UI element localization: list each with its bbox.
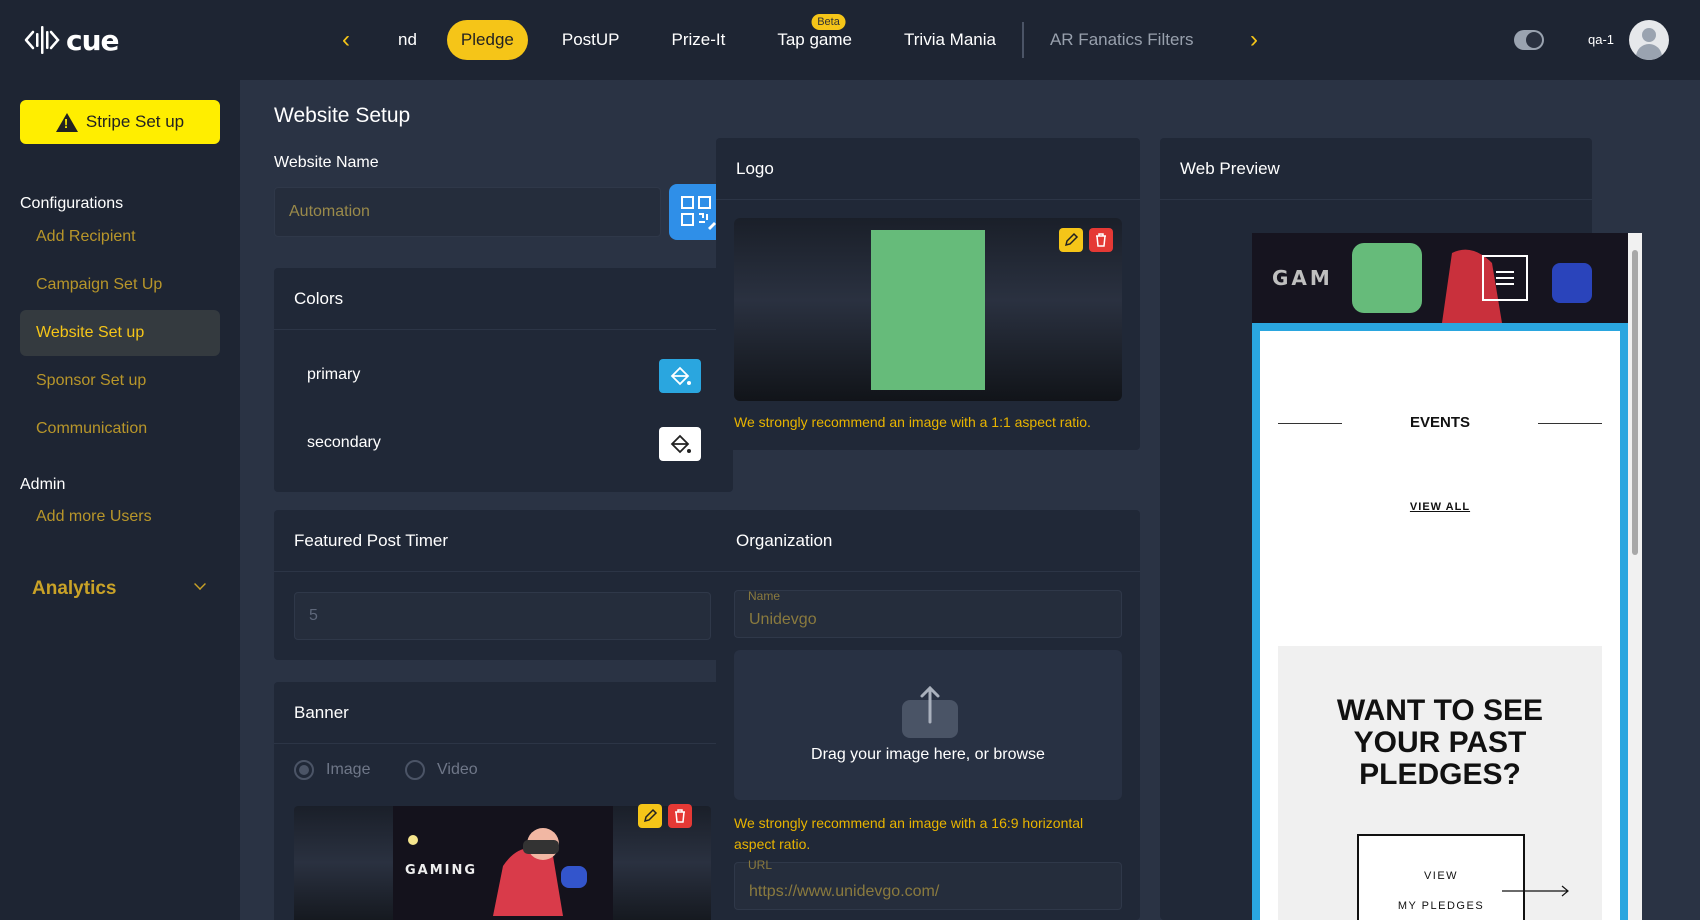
organization-title: Organization: [716, 510, 1140, 572]
banner-image-radio[interactable]: [294, 760, 314, 780]
sidebar-item-add-more-users[interactable]: Add more Users: [20, 494, 220, 540]
featured-post-timer-input[interactable]: 5: [294, 592, 711, 640]
website-name-input[interactable]: Automation: [274, 187, 661, 237]
banner-image-label: Image: [326, 761, 371, 778]
sidebar: Stripe Set up Configurations Add Recipie…: [0, 80, 240, 920]
avatar[interactable]: [1629, 20, 1669, 60]
sidebar-item-sponsor-setup[interactable]: Sponsor Set up: [20, 358, 220, 404]
trash-icon: [1096, 233, 1106, 247]
warning-icon: [55, 112, 78, 132]
tab-nd[interactable]: nd: [398, 20, 447, 60]
theme-toggle-icon[interactable]: [1514, 30, 1544, 50]
sidebar-item-website-setup[interactable]: Website Set up: [20, 310, 220, 356]
featured-post-timer-title: Featured Post Timer: [274, 510, 733, 572]
organization-card: Organization Unidevgo Name Drag your ima…: [716, 510, 1140, 920]
pencil-icon: [1064, 232, 1079, 247]
beta-badge: Beta: [811, 14, 846, 30]
sidebar-item-analytics[interactable]: Analytics: [32, 578, 116, 600]
logo-image-box: [734, 218, 1122, 401]
web-preview-title: Web Preview: [1160, 138, 1592, 200]
secondary-color-label: secondary: [307, 434, 381, 451]
logo-card: Logo We strongly recommend an image with…: [716, 138, 1140, 450]
svg-text:GAMING: GAMING: [405, 863, 477, 878]
sidebar-item-campaign-setup[interactable]: Campaign Set Up: [20, 262, 220, 308]
avatar-head: [1642, 28, 1656, 42]
configurations-heading: Configurations: [20, 195, 124, 212]
tab-pledge[interactable]: Pledge: [446, 20, 528, 60]
banner-title: Banner: [274, 682, 733, 744]
past-pledges-heading: WANT TO SEE YOUR PAST PLEDGES?: [1336, 694, 1544, 791]
user-name[interactable]: qa-1: [1588, 32, 1614, 47]
admin-heading: Admin: [20, 476, 66, 493]
view-my-pledges-button[interactable]: VIEW MY PLEDGES: [1357, 834, 1525, 920]
colors-card: Colors primary secondary: [274, 268, 733, 492]
paint-bucket-icon: [670, 366, 691, 386]
sidebar-item-add-recipient[interactable]: Add Recipient: [20, 214, 220, 260]
arrow-right-icon: [1502, 885, 1569, 897]
preview-header: GAM: [1252, 233, 1628, 323]
logo-delete-button[interactable]: [1089, 228, 1113, 252]
pencil-icon: [643, 808, 658, 823]
top-bar: cue ‹ nd Pledge PostUP Prize-It Tap game…: [0, 0, 1700, 80]
banner-delete-button[interactable]: [668, 804, 692, 828]
chevron-left-icon[interactable]: ‹: [334, 26, 358, 54]
preview-logo: [1352, 243, 1422, 313]
colors-title: Colors: [274, 268, 733, 330]
banner-video-radio[interactable]: [405, 760, 425, 780]
stripe-setup-button[interactable]: Stripe Set up: [20, 100, 220, 144]
svg-text:GAM: GAM: [1272, 266, 1333, 290]
avatar-body: [1636, 44, 1662, 60]
dropzone-text: Drag your image here, or browse: [811, 746, 1045, 763]
view-all-link[interactable]: VIEW ALL: [1252, 501, 1628, 513]
tab-postup[interactable]: PostUP: [536, 20, 646, 60]
chevron-down-icon[interactable]: [194, 578, 206, 590]
banner-video-label: Video: [437, 761, 478, 778]
organization-url-label: URL: [748, 858, 773, 872]
web-preview-frame[interactable]: GAM EVENTS VIEW ALL WANT TO SEE YOUR PAS…: [1252, 233, 1642, 920]
banner-card: Banner Image Video GAMING: [274, 682, 733, 920]
sidebar-item-communication[interactable]: Communication: [20, 406, 220, 452]
banner-image-box: GAMING: [294, 804, 711, 920]
secondary-color-picker[interactable]: [659, 427, 701, 461]
organization-name-value: Unidevgo: [749, 611, 817, 628]
page-title: Website Setup: [274, 104, 411, 127]
organization-name-input[interactable]: Unidevgo: [734, 590, 1122, 638]
view-my-pledges-line2: MY PLEDGES: [1397, 900, 1485, 912]
chevron-right-icon[interactable]: ›: [1242, 26, 1266, 54]
website-name-label: Website Name: [274, 154, 379, 171]
primary-color-label: primary: [307, 366, 361, 383]
tab-trivia-mania[interactable]: Trivia Mania: [878, 20, 1022, 60]
logo-edit-button[interactable]: [1059, 228, 1083, 252]
organization-aspect-note: We strongly recommend an image with a 16…: [734, 815, 1084, 852]
upload-icon: [902, 685, 958, 738]
brand-name: cue: [66, 23, 120, 57]
logo-aspect-note: We strongly recommend an image with a 1:…: [734, 414, 1091, 430]
featured-post-timer-card: Featured Post Timer 5: [274, 510, 733, 660]
hamburger-menu-icon[interactable]: [1482, 255, 1528, 301]
paint-bucket-icon: [670, 434, 691, 454]
tab-tap-game-label: Tap game: [777, 30, 853, 49]
product-tabs: nd Pledge PostUP Prize-It Tap game Beta …: [398, 14, 1220, 60]
brand-logo[interactable]: cue: [24, 22, 120, 58]
organization-url-input[interactable]: https://www.unidevgo.com/: [734, 862, 1122, 910]
stripe-setup-label: Stripe Set up: [85, 112, 185, 131]
preview-scroll-thumb[interactable]: [1632, 250, 1638, 555]
banner-edit-button[interactable]: [638, 804, 662, 828]
tab-tap-game[interactable]: Tap game Beta: [751, 14, 878, 60]
organization-url-value: https://www.unidevgo.com/: [749, 883, 940, 900]
banner-image: GAMING: [393, 806, 613, 920]
organization-image-dropzone[interactable]: Drag your image here, or browse: [734, 650, 1122, 800]
view-my-pledges-line1: VIEW: [1423, 870, 1459, 882]
logo-title: Logo: [716, 138, 1140, 200]
primary-color-picker[interactable]: [659, 359, 701, 393]
events-heading: EVENTS: [1409, 414, 1470, 431]
organization-name-label: Name: [748, 589, 781, 603]
brand-logo-icon: [24, 23, 60, 57]
logo-image: [871, 230, 985, 390]
trash-icon: [675, 809, 685, 823]
tab-prize-it[interactable]: Prize-It: [646, 20, 752, 60]
tab-ar-fanatics-filters[interactable]: AR Fanatics Filters: [1024, 20, 1220, 60]
